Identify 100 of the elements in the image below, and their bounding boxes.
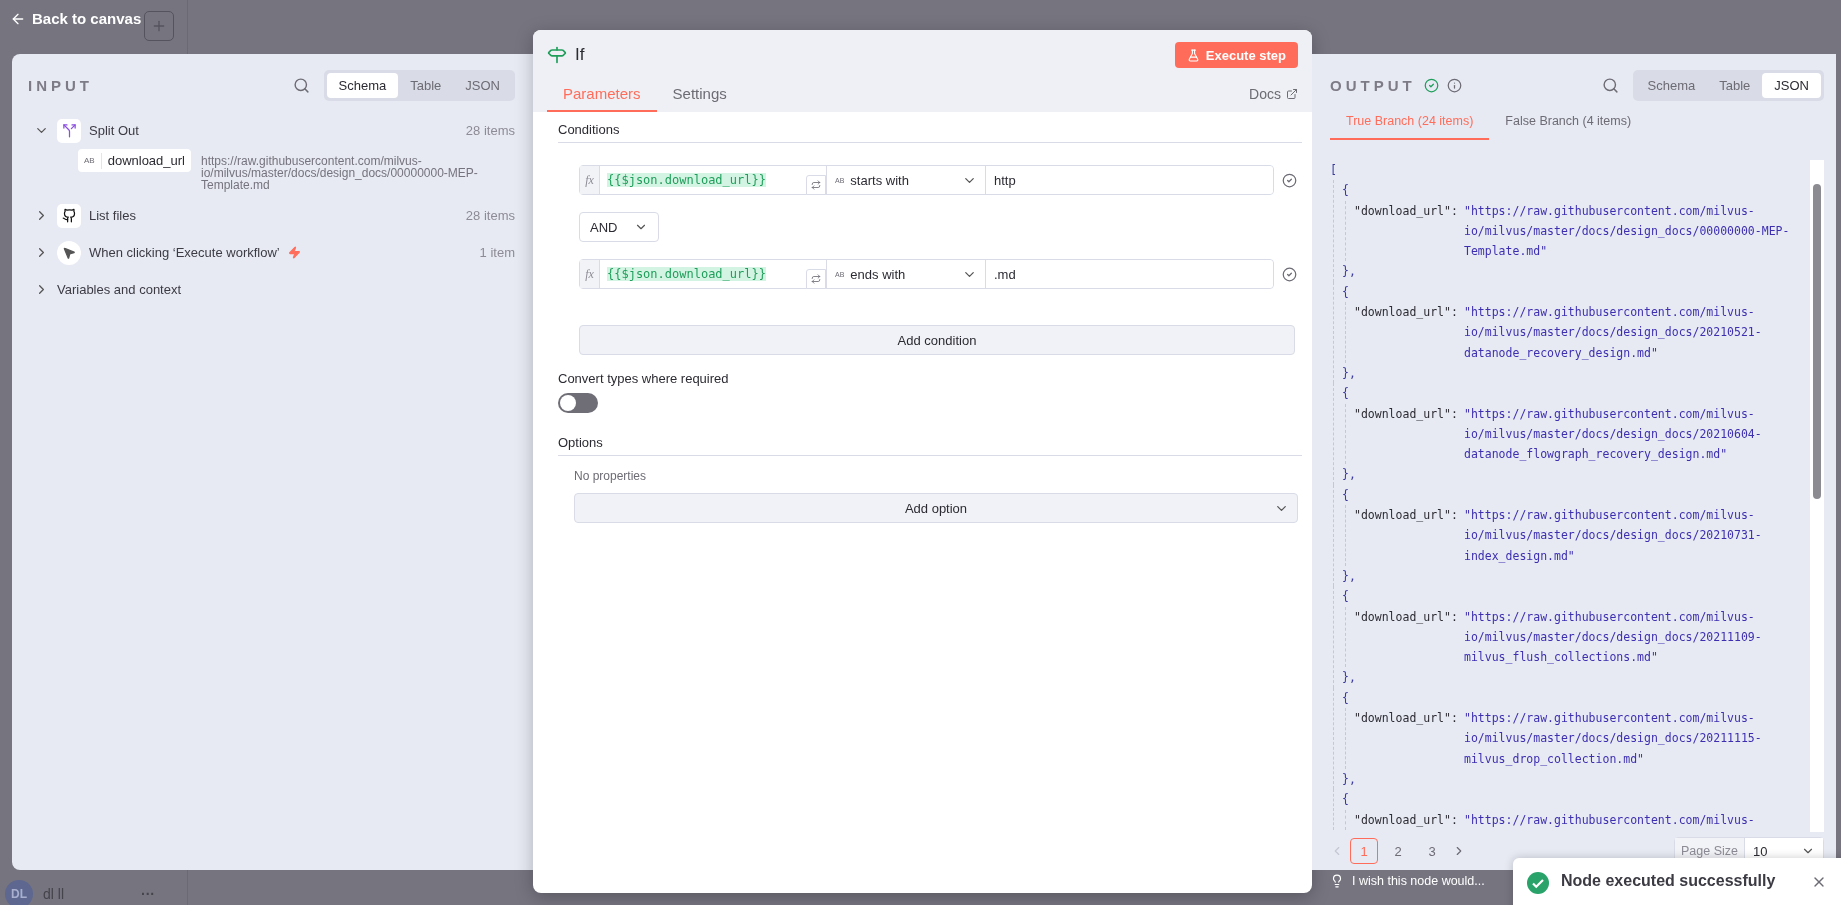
json-value: "https://raw.githubusercontent.com/milvus- [1464,507,1755,525]
external-link-icon [1286,88,1298,100]
json-value: datanode_flowgraph_recovery_design.md" [1464,446,1728,464]
json-value: io/milvus/master/docs/design_docs/00000000-MEP- [1464,222,1790,240]
pointer-icon [62,245,76,260]
branch-tab[interactable]: False Branch (4 items) [1489,110,1648,140]
json-key: "download_url": [1354,708,1464,729]
json-value: index_design.md" [1464,547,1575,565]
page-button[interactable]: 2 [1384,838,1412,864]
check-circle-icon [1282,266,1297,282]
node-label[interactable]: Variables and context [57,282,182,297]
fx-label: fx [580,166,600,194]
item-count: 28 items [465,123,515,138]
fx-label: fx [580,260,600,288]
section-heading: Options [558,435,1302,456]
json-value: milvus_drop_collection.md" [1464,750,1644,768]
feedback-link[interactable]: I wish this node would... [1352,874,1485,888]
docs-link[interactable]: Docs [1249,86,1298,102]
info-icon[interactable] [1446,77,1462,93]
expression-field[interactable]: {{$json.download_url}} [600,260,826,288]
expression-field[interactable]: {{$json.download_url}} [600,166,826,194]
json-value: "https://raw.githubusercontent.com/milvus- [1464,608,1755,626]
field-value: https://raw.githubusercontent.com/milvus-io/milvus/master/docs/design_docs/00000000-MEP-Template.md [201,155,479,191]
view-tab[interactable]: Schema [326,72,399,98]
combinator-dropdown[interactable]: AND [579,212,659,242]
json-value: io/milvus/master/docs/design_docs/20210731- [1464,527,1762,545]
json-brace: { [1342,283,1349,301]
item-count: 1 item [479,245,515,260]
json-brace: }, [1342,466,1356,484]
json-value: io/milvus/master/docs/design_docs/20211109- [1464,628,1762,646]
success-check-icon [1527,872,1549,894]
node-label[interactable]: List files [89,208,136,223]
flask-icon [1186,48,1200,62]
json-brace: { [1342,385,1349,403]
add-option-dropdown[interactable]: Add option [574,493,1298,523]
view-tab[interactable]: JSON [1762,72,1821,98]
back-to-canvas-button[interactable]: Back to canvas [8,8,144,29]
json-value: io/milvus/master/docs/design_docs/20211115- [1464,730,1762,748]
swap-icon [811,180,821,190]
swap-icon [811,274,821,284]
json-value: io/milvus/master/docs/design_docs/20210521- [1464,324,1762,342]
node-label[interactable]: Split Out [89,123,139,138]
split-icon [61,123,77,138]
github-icon [61,208,77,223]
expression-text: {{$json.download_url}} [607,267,766,281]
signpost-icon [547,45,567,65]
json-key: "download_url": [1354,606,1464,627]
toast-message: Node executed successfully [1561,872,1776,890]
json-brace: { [1342,689,1349,707]
node-title: If [575,45,585,65]
plus-icon [151,18,167,34]
view-tab[interactable]: Table [398,72,454,98]
json-value: "https://raw.githubusercontent.com/milvus- [1464,710,1755,727]
json-key: "download_url": [1354,302,1464,323]
swap-button[interactable] [806,269,826,289]
field-pill[interactable]: AB download_url [78,149,191,172]
add-condition-button[interactable]: Add condition [579,325,1295,355]
view-tab[interactable]: JSON [453,72,512,98]
json-brace: }, [1342,669,1356,687]
toggle-switch[interactable] [558,393,598,413]
page-button[interactable]: 3 [1418,838,1446,864]
user-avatar[interactable]: DL [5,880,33,905]
search-icon[interactable] [1601,76,1619,94]
swap-button[interactable] [806,175,826,195]
json-value: "https://raw.githubusercontent.com/milvus- [1464,811,1755,829]
json-key: "download_url": [1354,403,1464,424]
expression-text: {{$json.download_url}} [607,173,766,187]
view-tab[interactable]: Table [1707,72,1763,98]
execute-step-button[interactable]: Execute step [1174,42,1298,68]
view-tab[interactable]: Schema [1635,72,1708,98]
scrollbar[interactable] [1810,160,1824,832]
json-brace: }, [1342,263,1356,281]
json-key: "download_url": [1354,505,1464,526]
check-circle-icon [1423,77,1439,93]
json-brace: { [1342,182,1349,200]
json-brace: }, [1342,567,1356,585]
json-value: "https://raw.githubusercontent.com/milvus- [1464,202,1755,220]
json-brace: }, [1342,770,1356,788]
search-icon[interactable] [292,76,310,94]
item-count: 28 items [465,208,515,223]
json-brace: { [1342,791,1349,809]
option-label: Convert types where required [558,371,730,386]
json-value: datanode_recovery_design.md" [1464,344,1658,362]
json-value: "https://raw.githubusercontent.com/milvus- [1464,405,1755,423]
json-value: io/milvus/master/docs/design_docs/20210604- [1464,425,1762,443]
field-name: download_url [106,153,186,168]
json-brace: { [1342,588,1349,606]
json-brace: }, [1342,364,1356,382]
empty-note: No properties [574,469,648,483]
dialog-tab[interactable]: Parameters [547,85,657,112]
panel-title: INPUT [28,76,93,94]
json-value: Template.md" [1464,243,1548,261]
json-bracket: [ [1330,162,1337,179]
json-key: "download_url": [1354,200,1464,221]
lightbulb-icon [1330,874,1344,888]
panel-title: OUTPUT [1330,76,1416,94]
check-circle-icon [1282,172,1297,188]
json-value: "https://raw.githubusercontent.com/milvus- [1464,304,1755,322]
node-label[interactable]: When clicking ‘Execute workflow’ [89,245,280,260]
dialog-tab[interactable]: Settings [656,85,743,112]
